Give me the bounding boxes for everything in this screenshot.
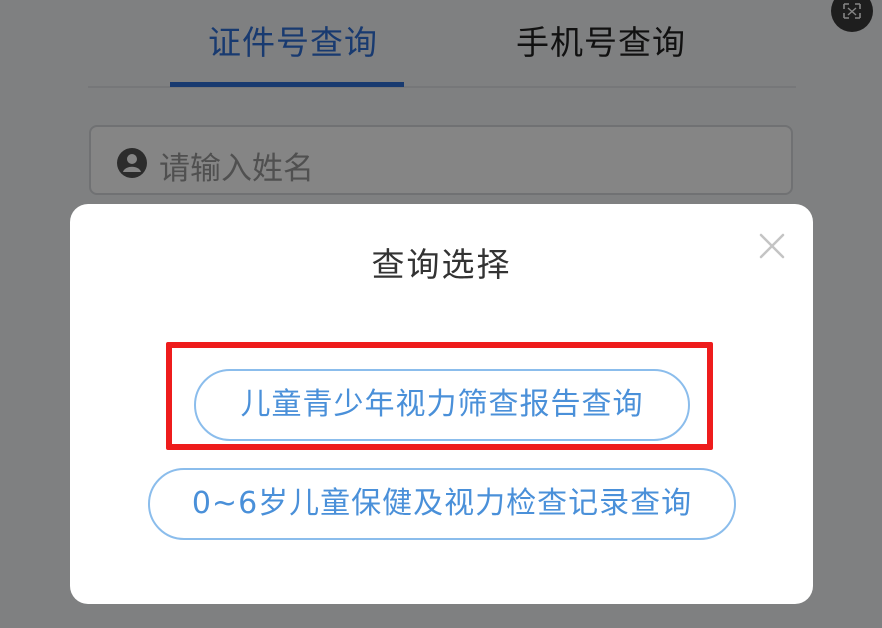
dialog-title: 查询选择 <box>371 245 512 284</box>
child-health-record-button[interactable]: 0~6岁儿童保健及视力检查记录查询 <box>148 468 736 540</box>
highlight-box <box>166 342 713 450</box>
query-select-dialog: 查询选择 儿童青少年视力筛查报告查询 0~6岁儿童保健及视力检查记录查询 <box>70 204 813 604</box>
page: 证件号查询 手机号查询 请输入姓名 查询选择 儿童青少年视力筛查报告查询 0~6… <box>0 0 882 628</box>
close-icon[interactable] <box>758 232 786 260</box>
